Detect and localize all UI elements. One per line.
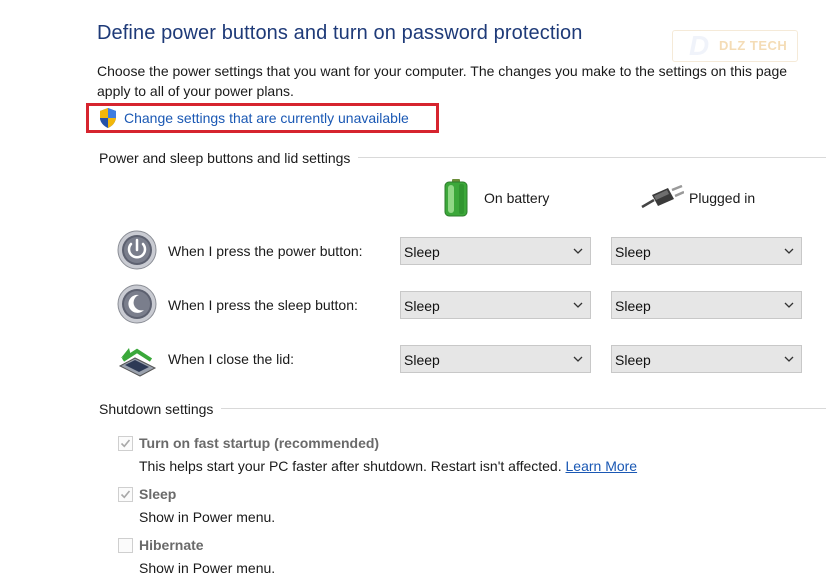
power-plug-icon (641, 185, 684, 209)
chevron-down-icon (573, 248, 583, 254)
chevron-down-icon (573, 302, 583, 308)
sleep-button-label: When I press the sleep button: (168, 297, 358, 313)
select-value: Sleep (404, 298, 440, 314)
select-value: Sleep (615, 244, 651, 260)
sleep-option-description: Show in Power menu. (139, 509, 276, 525)
sleep-option-label: Sleep (139, 486, 177, 502)
sleep-button-plugged-select[interactable]: Sleep (611, 291, 802, 319)
fast-startup-description: This helps start your PC faster after sh… (139, 458, 637, 474)
fast-startup-label: Turn on fast startup (recommended) (139, 435, 380, 451)
laptop-lid-icon (118, 348, 157, 377)
select-value: Sleep (404, 352, 440, 368)
sleep-checkbox[interactable] (118, 487, 133, 502)
fast-startup-checkbox[interactable] (118, 436, 133, 451)
intro-text: Choose the power settings that you want … (97, 63, 788, 99)
page-title: Define power buttons and turn on passwor… (97, 22, 583, 44)
plugged-in-header: Plugged in (689, 190, 756, 206)
hibernate-checkbox[interactable] (118, 538, 133, 553)
watermark-logo: D DLZ TECH (672, 30, 798, 62)
hibernate-option-description: Show in Power menu. (139, 560, 276, 576)
chevron-down-icon (784, 302, 794, 308)
chevron-down-icon (784, 356, 794, 362)
shutdown-section-title: Shutdown settings (99, 401, 222, 417)
power-button-icon (117, 230, 157, 270)
checkmark-icon (120, 439, 131, 448)
watermark-mark: D (689, 30, 710, 61)
power-button-label: When I press the power button: (168, 243, 363, 259)
close-lid-battery-select[interactable]: Sleep (400, 345, 591, 373)
uac-shield-icon (100, 108, 116, 128)
chevron-down-icon (784, 248, 794, 254)
learn-more-link[interactable]: Learn More (566, 458, 638, 474)
select-value: Sleep (615, 352, 651, 368)
change-settings-link[interactable]: Change settings that are currently unava… (124, 110, 409, 126)
select-value: Sleep (404, 244, 440, 260)
sleep-button-battery-select[interactable]: Sleep (400, 291, 591, 319)
chevron-down-icon (573, 356, 583, 362)
fast-startup-desc-text: This helps start your PC faster after sh… (139, 458, 562, 474)
on-battery-header: On battery (484, 190, 550, 206)
close-lid-label: When I close the lid: (168, 351, 295, 367)
checkmark-icon (120, 490, 131, 499)
battery-icon (444, 179, 468, 217)
watermark-text: DLZ TECH (719, 38, 788, 53)
select-value: Sleep (615, 298, 651, 314)
hibernate-option-label: Hibernate (139, 537, 204, 553)
sleep-button-icon (117, 284, 157, 324)
power-section-title: Power and sleep buttons and lid settings (99, 150, 359, 166)
power-button-battery-select[interactable]: Sleep (400, 237, 591, 265)
power-button-plugged-select[interactable]: Sleep (611, 237, 802, 265)
close-lid-plugged-select[interactable]: Sleep (611, 345, 802, 373)
